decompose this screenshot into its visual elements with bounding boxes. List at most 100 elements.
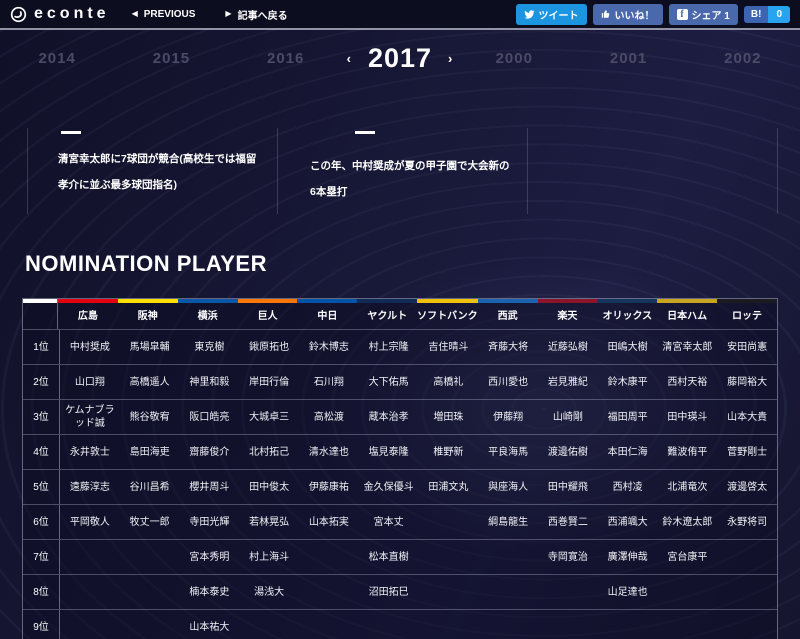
timeline-year-2017[interactable]: ‹2017› [343, 43, 457, 74]
timeline-year-2002[interactable]: 2002 [686, 50, 800, 67]
player-cell: 高松渡 [299, 400, 359, 434]
team-header: ソフトバンク [417, 299, 478, 329]
player-cell: 鈴木康平 [598, 365, 658, 399]
top-bar: econte ◀ PREVIOUS ▶ 記事へ戻る ツイート [0, 0, 800, 28]
timeline-year-2016[interactable]: 2016 [229, 50, 343, 67]
player-cell: 石川翔 [299, 365, 359, 399]
table-row: 6位平岡敬人牧丈一郎寺田光輝若林晃弘山本拓実宮本丈綱島龍生西巻賢二西浦颯大鈴木遼… [23, 504, 777, 539]
player-cell: 沼田拓巳 [359, 575, 419, 609]
nav-back-to-article[interactable]: ▶ 記事へ戻る [225, 7, 287, 22]
player-cell: 増田珠 [419, 400, 479, 434]
player-cell [478, 575, 538, 609]
team-header: 中日 [297, 299, 357, 329]
player-cell: 谷川昌希 [120, 470, 180, 504]
player-cell [478, 540, 538, 574]
logo-text: econte [34, 5, 110, 23]
hatena-icon: B! [744, 6, 769, 23]
table-row: 9位山本祐大 [23, 609, 777, 639]
like-label: いいね！ [615, 7, 655, 22]
team-header: 横浜 [178, 299, 238, 329]
like-button[interactable]: いいね！ [593, 4, 663, 25]
player-cell [419, 505, 479, 539]
player-cell [120, 540, 180, 574]
player-cell: 大城卓三 [239, 400, 299, 434]
player-cell [299, 575, 359, 609]
player-cell: 西巻賢二 [538, 505, 598, 539]
player-cell: 清宮幸太郎 [658, 330, 718, 364]
player-cell: 田浦文丸 [419, 470, 479, 504]
player-cell: 與座海人 [478, 470, 538, 504]
player-cell [120, 575, 180, 609]
nav-previous-label: PREVIOUS [144, 9, 196, 20]
player-cell [419, 575, 479, 609]
table-header-row: 広島阪神横浜巨人中日ヤクルトソフトバンク西武楽天オリックス日本ハムロッテ [23, 299, 777, 329]
player-cell [60, 540, 120, 574]
fact-dash [61, 131, 81, 134]
player-cell: 山本祐大 [180, 610, 240, 639]
timeline-year-2001[interactable]: 2001 [571, 50, 685, 67]
player-cell [60, 610, 120, 639]
player-cell: 湯浅大 [239, 575, 299, 609]
player-cell: 蔵本治孝 [359, 400, 419, 434]
timeline-year-2000[interactable]: 2000 [457, 50, 571, 67]
player-cell: 宮本秀明 [180, 540, 240, 574]
player-cell: 鈴木博志 [299, 330, 359, 364]
player-cell: 田中耀飛 [538, 470, 598, 504]
table-row: 2位山口翔高橋遥人神里和毅岸田行倫石川翔大下佑馬高橋礼西川愛也岩見雅紀鈴木康平西… [23, 364, 777, 399]
player-cell [658, 575, 718, 609]
player-cell: 高橋礼 [419, 365, 479, 399]
player-cell: 寺田光輝 [180, 505, 240, 539]
timeline-year-2014[interactable]: 2014 [0, 50, 114, 67]
team-header: オリックス [597, 299, 657, 329]
team-name: 阪神 [138, 303, 158, 329]
player-cell: 西村凌 [598, 470, 658, 504]
player-cell: ケムナブラッド誠 [60, 400, 120, 434]
player-cell [658, 610, 718, 639]
player-cell: 椎野新 [419, 435, 479, 469]
player-cell: 岩見雅紀 [538, 365, 598, 399]
table-row: 3位ケムナブラッド誠熊谷敬宥阪口皓亮大城卓三高松渡蔵本治孝増田珠伊藤翔山崎剛福田… [23, 399, 777, 434]
prev-year-arrow-icon[interactable]: ‹ [347, 51, 352, 66]
player-cell: 松本直樹 [359, 540, 419, 574]
rank-label: 2位 [23, 365, 60, 399]
player-cell: 本田仁海 [598, 435, 658, 469]
team-name: ヤクルト [367, 303, 407, 329]
timeline-divider [527, 128, 528, 214]
player-cell: 西浦颯大 [598, 505, 658, 539]
player-cell: 山本大貴 [717, 400, 777, 434]
player-cell: 田中俊太 [239, 470, 299, 504]
player-cell: 田嶋大樹 [598, 330, 658, 364]
nav-previous[interactable]: ◀ PREVIOUS [132, 9, 196, 20]
fact-text-left: 清宮幸太郎に7球団が競合(高校生では福留孝介に並ぶ最多球団指名) [58, 146, 258, 199]
econte-logo[interactable]: econte [10, 5, 110, 23]
econte-logo-icon [10, 6, 27, 23]
team-name: 広島 [78, 303, 98, 329]
player-cell: 北村拓己 [239, 435, 299, 469]
player-cell: 鈴木遼太郎 [658, 505, 718, 539]
team-name: 巨人 [258, 303, 278, 329]
timeline-divider [777, 128, 778, 214]
player-cell: 斉藤大将 [478, 330, 538, 364]
next-year-arrow-icon[interactable]: › [448, 51, 453, 66]
tweet-label: ツイート [539, 7, 579, 22]
rank-label: 4位 [23, 435, 60, 469]
team-header: 楽天 [538, 299, 598, 329]
player-cell: 平岡敬人 [60, 505, 120, 539]
share-label: シェア 1 [692, 7, 730, 22]
rank-label: 5位 [23, 470, 60, 504]
team-name: オリックス [602, 303, 652, 329]
share-button[interactable]: f シェア 1 [669, 4, 738, 25]
player-cell: 櫻井周斗 [180, 470, 240, 504]
timeline-year-2015[interactable]: 2015 [114, 50, 228, 67]
player-cell: 金久保優斗 [359, 470, 419, 504]
player-cell: 廣澤伸哉 [598, 540, 658, 574]
hatena-bookmark-button[interactable]: B! 0 [744, 6, 790, 23]
player-cell: 山口翔 [60, 365, 120, 399]
player-cell [419, 610, 479, 639]
player-cell: 寺岡寛治 [538, 540, 598, 574]
team-header: 巨人 [238, 299, 298, 329]
team-name: 西武 [498, 303, 518, 329]
player-cell [419, 540, 479, 574]
player-cell: 安田尚憲 [717, 330, 777, 364]
tweet-button[interactable]: ツイート [516, 4, 587, 25]
